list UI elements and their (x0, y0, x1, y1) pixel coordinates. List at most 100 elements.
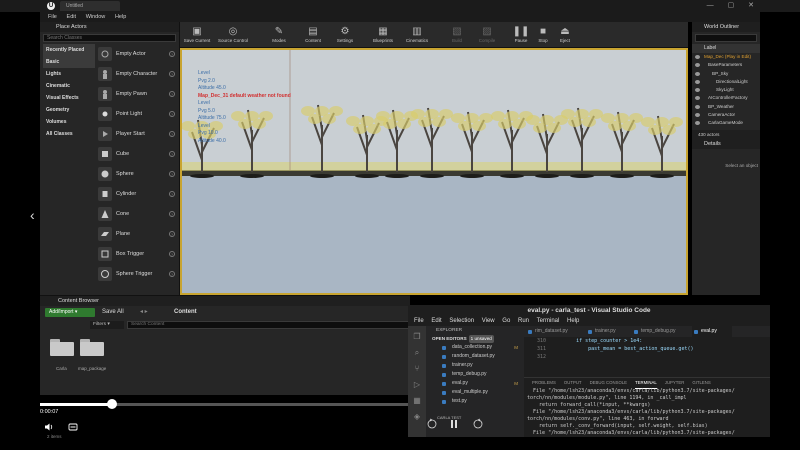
folder-carla-icon[interactable] (50, 338, 74, 356)
eject-button[interactable]: ⏏ Eject (550, 22, 580, 48)
help-icon[interactable]: ? (169, 151, 175, 157)
visibility-eye-icon[interactable] (695, 79, 700, 84)
vscode-menu-terminal[interactable]: Terminal (537, 316, 560, 326)
actor-item[interactable]: Plane? (96, 224, 180, 244)
category-cinematic[interactable]: Cinematic (43, 80, 95, 92)
folder-map-package-icon[interactable] (80, 338, 104, 356)
vscode-menu-edit[interactable]: Edit (431, 316, 441, 326)
visibility-eye-icon[interactable] (695, 96, 700, 101)
modes-button[interactable]: ✎ Modes (264, 22, 294, 48)
extensions-icon[interactable]: ▦ (412, 396, 422, 406)
outliner-row[interactable]: SkyLight (692, 86, 760, 94)
help-icon[interactable]: ? (169, 211, 175, 217)
compile-button[interactable]: ▨ Compile (472, 22, 502, 48)
outliner-row[interactable]: CarlaGameMode (692, 119, 760, 127)
help-icon[interactable]: ? (169, 231, 175, 237)
search-classes-input[interactable]: Search Classes (43, 34, 176, 42)
outliner-row[interactable]: BaseParameters (692, 61, 760, 69)
visibility-eye-icon[interactable] (695, 55, 700, 59)
category-recently-placed[interactable]: Recently Placed (43, 44, 95, 56)
help-icon[interactable]: ? (169, 171, 175, 177)
category-all-classes[interactable]: All Classes (43, 128, 95, 140)
help-icon[interactable]: ? (169, 191, 175, 197)
visibility-eye-icon[interactable] (695, 121, 700, 126)
remote-icon[interactable]: ◈ (412, 412, 422, 422)
save-current-button[interactable]: ▣ Save Current (182, 22, 212, 48)
actor-item[interactable]: Empty Actor? (96, 44, 180, 64)
outliner-row[interactable]: AIControllerFactory (692, 94, 760, 102)
level-tab[interactable]: Untitled (60, 1, 120, 11)
terminal-output[interactable]: File "/home/lsh23/anaconda3/envs/carla/l… (524, 388, 770, 437)
menu-file[interactable]: File (48, 12, 57, 22)
source-control-button[interactable]: ◎ Source Control (218, 22, 248, 48)
editor-tab[interactable]: temp_debug.py (632, 326, 684, 337)
level-viewport[interactable]: Level Pvg 2.0 Altitude 45.0 Map_Dec_31 defa… (180, 48, 688, 295)
editor-tab[interactable]: trainer.py (586, 326, 638, 337)
actor-item[interactable]: Player Start? (96, 124, 180, 144)
actor-item[interactable]: Empty Pawn? (96, 84, 180, 104)
actor-item[interactable]: Sphere Trigger? (96, 264, 180, 284)
menu-window[interactable]: Window (86, 12, 106, 22)
source-control-icon[interactable]: ⑂ (412, 364, 422, 374)
open-editor-item[interactable]: eval_multiple.py (426, 388, 524, 397)
captions-icon[interactable] (68, 422, 78, 432)
editor-tab[interactable]: eval.py (692, 326, 732, 337)
help-icon[interactable]: ? (169, 51, 175, 57)
menu-edit[interactable]: Edit (67, 12, 76, 22)
previous-chevron-icon[interactable]: ‹ (30, 207, 35, 223)
vscode-menu-selection[interactable]: Selection (449, 316, 474, 326)
search-icon[interactable]: ⌕ (412, 348, 422, 358)
outliner-row[interactable]: BP_Sky (692, 70, 760, 78)
volume-icon[interactable] (44, 422, 54, 432)
panel-tab[interactable]: OUTPUT (564, 378, 582, 388)
open-editors-section[interactable]: OPEN EDITORS 1 unsaved (426, 335, 524, 343)
actor-item[interactable]: Sphere? (96, 164, 180, 184)
help-icon[interactable]: ? (169, 271, 175, 277)
visibility-eye-icon[interactable] (695, 113, 700, 118)
window-controls[interactable]: — ▢ ✕ (707, 1, 760, 9)
video-progress-knob[interactable] (107, 399, 117, 409)
filters-dropdown[interactable]: Filters ▾ (90, 321, 124, 329)
open-editor-item[interactable]: eval.py M (426, 379, 524, 388)
help-icon[interactable]: ? (169, 71, 175, 77)
open-editor-item[interactable]: random_dataset.py (426, 352, 524, 361)
content-search-input[interactable]: Search Content (127, 321, 447, 329)
open-editor-item[interactable]: data_collection.py M (426, 343, 524, 352)
panel-tab[interactable]: DEBUG CONSOLE (590, 378, 628, 388)
category-basic[interactable]: Basic (43, 56, 95, 68)
actor-item[interactable]: Point Light? (96, 104, 180, 124)
build-button[interactable]: ▧ Build (442, 22, 472, 48)
editor-tab[interactable]: rim_dataset.py (526, 326, 578, 337)
visibility-eye-icon[interactable] (695, 88, 700, 93)
open-editor-item[interactable]: temp_debug.py (426, 370, 524, 379)
actor-item[interactable]: Cylinder? (96, 184, 180, 204)
blueprints-button[interactable]: ▦ Blueprints (368, 22, 398, 48)
visibility-eye-icon[interactable] (695, 71, 700, 76)
panel-tab[interactable]: PROBLEMS (532, 378, 556, 388)
outliner-row[interactable]: DirectionalLight (692, 78, 760, 86)
outliner-row[interactable]: CameraActor (692, 111, 760, 119)
category-lights[interactable]: Lights (43, 68, 95, 80)
open-editor-item[interactable]: test.py (426, 397, 524, 406)
save-all-button[interactable]: Save All (102, 308, 124, 317)
outliner-search-input[interactable] (695, 34, 757, 42)
actor-item[interactable]: Cone? (96, 204, 180, 224)
help-icon[interactable]: ? (169, 111, 175, 117)
visibility-eye-icon[interactable] (695, 63, 700, 68)
explorer-icon[interactable]: ❐ (412, 332, 422, 342)
actor-item[interactable]: Cube? (96, 144, 180, 164)
outliner-label-column[interactable]: Label (692, 44, 760, 53)
vscode-menu-go[interactable]: Go (502, 316, 510, 326)
content-button[interactable]: ▤ Content (298, 22, 328, 48)
category-visual-effects[interactable]: Visual Effects (43, 92, 95, 104)
code-editor[interactable]: 310 if step_counter > 1e4: 311 past_mean … (524, 337, 770, 377)
help-icon[interactable]: ? (169, 131, 175, 137)
run-debug-icon[interactable]: ▷ (412, 380, 422, 390)
add-import-button[interactable]: Add/Import ▾ (45, 308, 95, 317)
vscode-menu-view[interactable]: View (482, 316, 495, 326)
cinematics-button[interactable]: ▥ Cinematics (402, 22, 432, 48)
panel-tab[interactable]: JUPYTER (665, 378, 685, 388)
help-icon[interactable]: ? (169, 251, 175, 257)
category-volumes[interactable]: Volumes (43, 116, 95, 128)
settings-button[interactable]: ⚙ Settings (330, 22, 360, 48)
